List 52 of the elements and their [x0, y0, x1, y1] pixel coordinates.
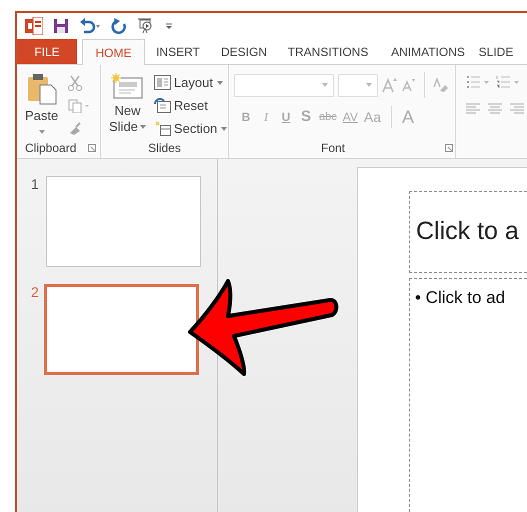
paste-icon[interactable] — [26, 73, 57, 105]
slide-number: 1 — [31, 175, 39, 194]
customize-icon[interactable] — [165, 21, 173, 31]
ribbon-tab[interactable]: TRANSITIONS — [277, 39, 379, 64]
paste-button[interactable]: Paste — [25, 109, 58, 123]
reset-button[interactable]: Reset — [174, 96, 208, 115]
new-slide-button[interactable]: New Slide — [109, 103, 146, 135]
bullet-text: • Click to ad — [415, 288, 506, 307]
slide-thumbnail[interactable] — [46, 176, 201, 267]
clear-formatting-icon[interactable] — [433, 77, 449, 93]
undo-icon[interactable] — [79, 18, 101, 34]
group-label: Font — [321, 140, 346, 157]
caret-icon[interactable] — [216, 80, 223, 84]
caret-icon[interactable] — [366, 83, 372, 87]
caret-icon[interactable] — [140, 125, 146, 129]
redo-icon[interactable] — [111, 18, 127, 34]
copy-icon[interactable] — [68, 99, 90, 113]
title-text: Click to a — [416, 216, 519, 248]
layout-button[interactable]: Layout — [174, 73, 223, 92]
align-left-icon[interactable] — [466, 103, 480, 115]
ribbon-tab[interactable]: DESIGN — [211, 39, 277, 64]
layout-icon[interactable] — [154, 75, 171, 90]
group-label: Slides — [148, 140, 181, 157]
title-placeholder[interactable]: Click to a — [409, 191, 527, 273]
grow-font-icon[interactable] — [382, 77, 398, 93]
caret-icon[interactable] — [322, 83, 328, 87]
bullets-icon[interactable] — [466, 75, 490, 89]
shrink-font-icon[interactable] — [402, 78, 416, 92]
section-icon[interactable] — [154, 121, 171, 136]
file-tab[interactable]: FILE — [17, 39, 77, 64]
slide-thumbnail[interactable] — [44, 284, 199, 375]
scissors-icon[interactable] — [68, 75, 82, 91]
ribbon-tab[interactable]: ANIMATIONS — [379, 39, 477, 64]
save-icon[interactable] — [53, 18, 69, 34]
section-button[interactable]: Section — [174, 119, 228, 138]
ribbon-tab[interactable]: SLIDE — [477, 39, 515, 64]
group-label: Clipboard — [25, 140, 76, 157]
align-center-icon[interactable] — [488, 103, 502, 115]
ribbon-tab[interactable]: HOME — [82, 39, 145, 65]
slide-number: 2 — [31, 283, 39, 302]
numbering-icon[interactable] — [496, 75, 520, 89]
caret-icon[interactable] — [38, 130, 45, 134]
dialog-launcher-icon[interactable] — [88, 144, 96, 152]
align-right-icon[interactable] — [510, 103, 524, 115]
new-slide-icon[interactable] — [111, 73, 144, 99]
reset-icon[interactable] — [154, 98, 171, 113]
ribbon-tab[interactable]: INSERT — [145, 39, 211, 64]
dialog-launcher-icon[interactable] — [445, 144, 454, 152]
body-placeholder[interactable]: • Click to ad — [409, 278, 527, 512]
format-painter-icon[interactable] — [68, 121, 82, 135]
app-icon[interactable] — [25, 17, 43, 35]
caret-icon[interactable] — [221, 126, 228, 130]
